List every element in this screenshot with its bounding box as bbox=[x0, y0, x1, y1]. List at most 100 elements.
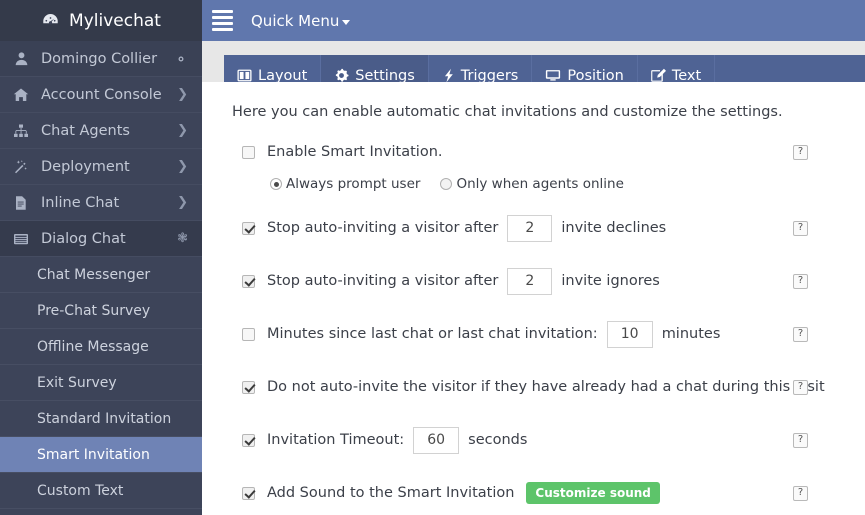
help-icon[interactable]: ? bbox=[793, 379, 808, 395]
quick-menu-label: Quick Menu bbox=[251, 11, 340, 30]
enable-smart-invitation-checkbox[interactable] bbox=[242, 145, 255, 159]
sidebar-subitem-offline-message[interactable]: Offline Message bbox=[0, 329, 202, 365]
brand-label: Mylivechat bbox=[69, 10, 161, 31]
invite-ignores-input[interactable] bbox=[507, 267, 553, 295]
sidebar-item-dialog-chat[interactable]: Dialog Chat ❃ bbox=[0, 221, 202, 257]
help-icon[interactable]: ? bbox=[793, 144, 808, 160]
sidebar-subitem-custom-text[interactable]: Custom Text bbox=[0, 473, 202, 509]
chevron-right-icon: ❯ bbox=[177, 195, 188, 210]
quick-menu-button[interactable]: Quick Menu bbox=[251, 11, 351, 30]
monitor-icon bbox=[545, 68, 561, 83]
invite-declines-checkbox[interactable] bbox=[242, 221, 255, 235]
bolt-icon bbox=[442, 68, 455, 83]
minutes-since-last-chat-checkbox[interactable] bbox=[242, 327, 255, 341]
chevron-right-icon: ❯ bbox=[177, 159, 188, 174]
invite-ignores-checkbox[interactable] bbox=[242, 274, 255, 288]
tabstrip-gutter: Layout Settings Triggers Position Text bbox=[202, 41, 865, 515]
intro-text: Here you can enable automatic chat invit… bbox=[232, 104, 783, 120]
sidebar-label: Account Console bbox=[41, 86, 162, 103]
sidebar-subitem-pre-chat-survey[interactable]: Pre-Chat Survey bbox=[0, 293, 202, 329]
sidebar-sub-label: Pre-Chat Survey bbox=[37, 302, 151, 319]
sidebar-sub-label: Chat Messenger bbox=[37, 266, 151, 283]
columns-icon bbox=[237, 68, 252, 83]
brand-header[interactable]: Mylivechat bbox=[0, 0, 202, 41]
row-already-had-chat: Do not auto-invite the visitor if they h… bbox=[202, 373, 865, 401]
invitation-timeout-suffix: seconds bbox=[468, 432, 528, 448]
minutes-suffix: minutes bbox=[661, 326, 721, 342]
sidebar-subitem-smart-invitation[interactable]: Smart Invitation bbox=[0, 437, 202, 473]
already-had-chat-checkbox[interactable] bbox=[242, 380, 255, 394]
help-icon[interactable]: ? bbox=[793, 485, 808, 501]
sidebar-sub-label: Smart Invitation bbox=[37, 446, 150, 463]
gear-icon[interactable] bbox=[174, 52, 188, 66]
gear-icon bbox=[334, 68, 349, 83]
dashboard-icon bbox=[41, 11, 60, 30]
caret-down-icon bbox=[342, 19, 351, 25]
sidebar-item-account-console[interactable]: Account Console ❯ bbox=[0, 77, 202, 113]
main-region: Quick Menu Layout Settings Triggers Posi… bbox=[202, 0, 865, 515]
invite-declines-prefix: Stop auto-inviting a visitor after bbox=[267, 220, 499, 236]
radio-always-prompt-user[interactable]: Always prompt user bbox=[270, 176, 420, 192]
list-alt-icon bbox=[11, 231, 31, 247]
help-icon[interactable]: ? bbox=[793, 273, 808, 289]
sidebar-subitem-exit-survey[interactable]: Exit Survey bbox=[0, 365, 202, 401]
sidebar-label: Deployment bbox=[41, 158, 130, 175]
sidebar-user-label: Domingo Collier bbox=[41, 50, 158, 67]
radio-label: Only when agents online bbox=[456, 176, 624, 192]
sidebar-label: Dialog Chat bbox=[41, 230, 126, 247]
invitation-timeout-prefix: Invitation Timeout: bbox=[267, 432, 405, 448]
sidebar-subitem-standard-invitation[interactable]: Standard Invitation bbox=[0, 401, 202, 437]
chevron-right-icon: ❯ bbox=[177, 123, 188, 138]
sidebar-sub-label: Offline Message bbox=[37, 338, 149, 355]
invite-declines-input[interactable] bbox=[507, 214, 553, 242]
settings-content: Here you can enable automatic chat invit… bbox=[202, 82, 865, 515]
row-invite-declines: Stop auto-inviting a visitor after invit… bbox=[202, 214, 865, 242]
radio-button[interactable] bbox=[270, 178, 282, 190]
sidebar-item-inline-chat[interactable]: Inline Chat ❯ bbox=[0, 185, 202, 221]
minutes-input[interactable] bbox=[606, 320, 653, 348]
sidebar-sub-label: Custom Text bbox=[37, 482, 124, 499]
sidebar-item-user[interactable]: Domingo Collier bbox=[0, 41, 202, 77]
sidebar-item-deployment[interactable]: Deployment ❯ bbox=[0, 149, 202, 185]
magic-wand-icon bbox=[11, 159, 31, 175]
sidebar: Mylivechat Domingo Collier Account Conso… bbox=[0, 0, 202, 515]
invitation-timeout-checkbox[interactable] bbox=[242, 433, 255, 447]
row-minutes-since-last-chat: Minutes since last chat or last chat inv… bbox=[202, 320, 865, 348]
app-root: Mylivechat Domingo Collier Account Conso… bbox=[0, 0, 865, 515]
enable-smart-invitation-label: Enable Smart Invitation. bbox=[267, 144, 443, 160]
row-invite-ignores: Stop auto-inviting a visitor after invit… bbox=[202, 267, 865, 295]
help-icon[interactable]: ? bbox=[793, 432, 808, 448]
radio-only-when-agents-online[interactable]: Only when agents online bbox=[440, 176, 624, 192]
sidebar-label: Chat Agents bbox=[41, 122, 130, 139]
customize-sound-button[interactable]: Customize sound bbox=[526, 481, 660, 505]
hamburger-icon[interactable] bbox=[212, 8, 233, 33]
radio-label: Always prompt user bbox=[286, 176, 421, 192]
topbar: Quick Menu bbox=[202, 0, 865, 41]
chevron-down-icon: ❃ bbox=[177, 231, 188, 246]
pencil-square-icon bbox=[651, 68, 666, 83]
radio-button[interactable] bbox=[440, 178, 453, 190]
invitation-timeout-input[interactable] bbox=[413, 426, 460, 454]
sidebar-sub-label: Standard Invitation bbox=[37, 410, 172, 427]
file-icon bbox=[11, 195, 31, 211]
sidebar-label: Inline Chat bbox=[41, 194, 120, 211]
chevron-right-icon: ❯ bbox=[177, 87, 188, 102]
invite-ignores-suffix: invite ignores bbox=[561, 273, 660, 289]
user-icon bbox=[11, 51, 31, 66]
invite-declines-suffix: invite declines bbox=[561, 220, 667, 236]
home-icon bbox=[11, 87, 31, 103]
minutes-prefix: Minutes since last chat or last chat inv… bbox=[267, 326, 598, 342]
sidebar-subitem-chat-messenger[interactable]: Chat Messenger bbox=[0, 257, 202, 293]
add-sound-checkbox[interactable] bbox=[242, 486, 255, 500]
prompt-mode-radio-group: Always prompt user Only when agents onli… bbox=[202, 176, 865, 192]
add-sound-label: Add Sound to the Smart Invitation bbox=[267, 485, 515, 501]
row-add-sound: Add Sound to the Smart Invitation Custom… bbox=[202, 479, 865, 507]
row-enable-smart-invitation: Enable Smart Invitation. ? bbox=[202, 138, 865, 166]
sitemap-icon bbox=[11, 123, 31, 139]
help-icon[interactable]: ? bbox=[793, 220, 808, 236]
sidebar-sub-label: Exit Survey bbox=[37, 374, 117, 391]
already-had-chat-label: Do not auto-invite the visitor if they h… bbox=[267, 379, 825, 395]
invite-ignores-prefix: Stop auto-inviting a visitor after bbox=[267, 273, 499, 289]
help-icon[interactable]: ? bbox=[793, 326, 808, 342]
sidebar-item-chat-agents[interactable]: Chat Agents ❯ bbox=[0, 113, 202, 149]
